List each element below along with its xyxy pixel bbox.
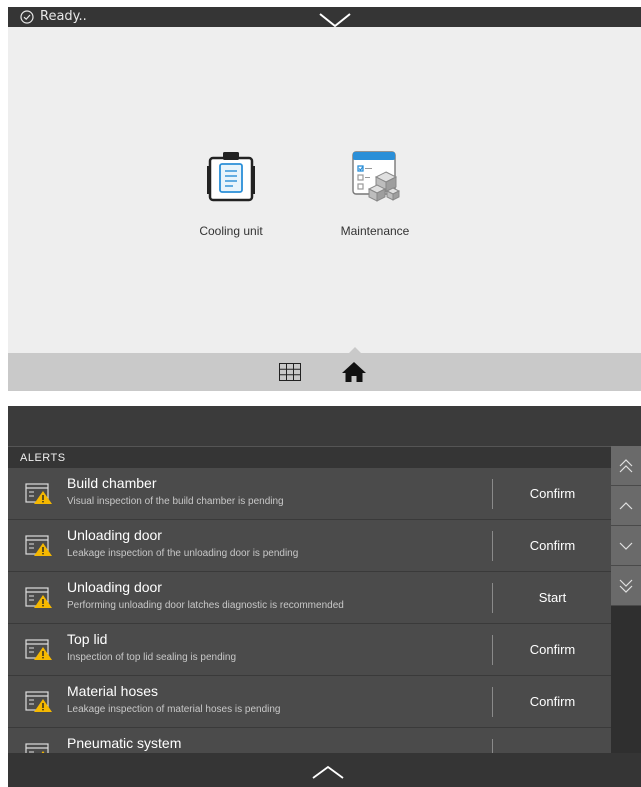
- alert-title: Top lid: [67, 631, 108, 647]
- active-indicator: [349, 347, 361, 353]
- scroll-top-button[interactable]: [611, 446, 641, 486]
- divider: [492, 635, 493, 665]
- scroll-bottom-button[interactable]: [611, 566, 641, 606]
- divider: [492, 479, 493, 509]
- alert-row: Unloading door Leakage inspection of the…: [8, 520, 611, 572]
- alert-description: Leakage inspection of the unloading door…: [67, 548, 299, 559]
- home-icon[interactable]: [341, 361, 367, 383]
- scroll-bottom-icon: [619, 579, 633, 593]
- maintenance-warning-icon: [25, 483, 52, 504]
- scroll-up-button[interactable]: [611, 486, 641, 526]
- alerts-panel: ALERTS Build chamber Visual inspection o…: [8, 406, 641, 787]
- cooling-unit-label: Cooling unit: [199, 224, 263, 238]
- divider: [492, 687, 493, 717]
- scroll-down-icon: [619, 542, 633, 550]
- confirm-button[interactable]: Confirm: [494, 676, 611, 728]
- confirm-button[interactable]: Confirm: [494, 468, 611, 520]
- alert-description: Leakage inspection of material hoses is …: [67, 704, 281, 715]
- divider: [492, 739, 493, 753]
- maintenance-warning-icon: [25, 639, 52, 660]
- app-root: Ready.. Cooling unit Maintenance ALERTS …: [0, 0, 641, 787]
- alert-row: Top lid Inspection of top lid sealing is…: [8, 624, 611, 676]
- maintenance-tile[interactable]: Maintenance: [315, 148, 435, 238]
- status-text: Ready..: [40, 9, 87, 24]
- divider: [492, 531, 493, 561]
- alert-row: Unloading door Performing unloading door…: [8, 572, 611, 624]
- alert-row: Build chamber Visual inspection of the b…: [8, 468, 611, 520]
- bottom-nav-bar: [8, 347, 641, 391]
- maintenance-label: Maintenance: [340, 224, 410, 238]
- alerts-list: Build chamber Visual inspection of the b…: [8, 468, 611, 753]
- alert-title: Material hoses: [67, 683, 159, 699]
- grid-icon[interactable]: [279, 363, 301, 381]
- clipboard-icon: [207, 152, 255, 202]
- cooling-unit-tile[interactable]: Cooling unit: [171, 150, 291, 238]
- alerts-footer: [8, 753, 641, 787]
- alert-description: Visual inspection of the build chamber i…: [67, 496, 284, 507]
- status-bar: Ready..: [8, 7, 641, 28]
- scroll-column: [611, 446, 641, 753]
- alerts-title: ALERTS: [8, 446, 641, 468]
- alert-description: Inspection of top lid sealing is pending: [67, 652, 237, 663]
- alert-title: Unloading door: [67, 527, 162, 543]
- alert-title: Build chamber: [67, 475, 157, 491]
- maintenance-warning-icon: [25, 587, 52, 608]
- scroll-down-button[interactable]: [611, 526, 641, 566]
- alert-row: Pneumatic system: [8, 728, 611, 753]
- alert-title: Pneumatic system: [67, 735, 182, 751]
- home-panel: Cooling unit Maintenance: [8, 27, 641, 353]
- confirm-button[interactable]: Confirm: [494, 520, 611, 572]
- alert-row: Material hoses Leakage inspection of mat…: [8, 676, 611, 728]
- chevron-up-icon[interactable]: [312, 765, 344, 779]
- divider: [492, 583, 493, 613]
- confirm-button[interactable]: Confirm: [494, 624, 611, 676]
- scroll-top-icon: [619, 459, 633, 473]
- alerts-top-strip: [8, 406, 641, 446]
- calendar-cubes-icon: [352, 151, 400, 202]
- scroll-up-icon: [619, 502, 633, 510]
- start-button[interactable]: Start: [494, 572, 611, 624]
- check-circle-icon: [20, 10, 34, 24]
- maintenance-warning-icon: [25, 691, 52, 712]
- maintenance-warning-icon: [25, 743, 49, 753]
- alert-description: Performing unloading door latches diagno…: [67, 600, 344, 611]
- maintenance-warning-icon: [25, 535, 52, 556]
- alert-title: Unloading door: [67, 579, 162, 595]
